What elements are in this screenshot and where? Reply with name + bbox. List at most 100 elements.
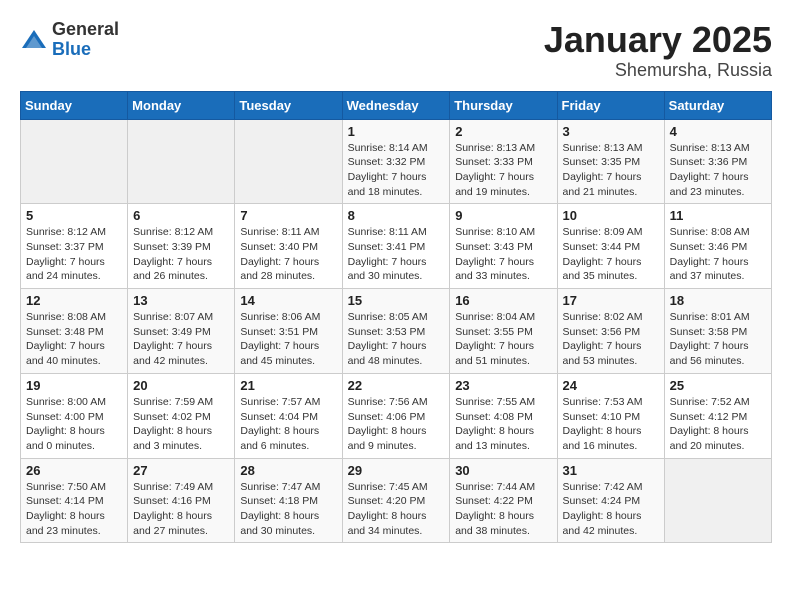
day-number: 14: [240, 293, 336, 308]
day-number: 7: [240, 208, 336, 223]
calendar-week-row: 12 Sunrise: 8:08 AM Sunset: 3:48 PM Dayli…: [21, 289, 772, 374]
day-number: 25: [670, 378, 766, 393]
day-number: 28: [240, 463, 336, 478]
day-number: 10: [563, 208, 659, 223]
month-title: January 2025: [544, 20, 772, 60]
day-info: Sunrise: 7:50 AM Sunset: 4:14 PM Dayligh…: [26, 480, 122, 539]
day-number: 12: [26, 293, 122, 308]
calendar-cell: 19 Sunrise: 8:00 AM Sunset: 4:00 PM Dayli…: [21, 373, 128, 458]
day-info: Sunrise: 8:13 AM Sunset: 3:35 PM Dayligh…: [563, 141, 659, 200]
calendar-cell: 6 Sunrise: 8:12 AM Sunset: 3:39 PM Daylig…: [128, 204, 235, 289]
logo-icon: [20, 26, 48, 54]
calendar-cell: [664, 458, 771, 543]
day-info: Sunrise: 8:12 AM Sunset: 3:37 PM Dayligh…: [26, 225, 122, 284]
day-info: Sunrise: 8:08 AM Sunset: 3:46 PM Dayligh…: [670, 225, 766, 284]
day-number: 4: [670, 124, 766, 139]
calendar-cell: 5 Sunrise: 8:12 AM Sunset: 3:37 PM Daylig…: [21, 204, 128, 289]
calendar-cell: 26 Sunrise: 7:50 AM Sunset: 4:14 PM Dayli…: [21, 458, 128, 543]
calendar-cell: 7 Sunrise: 8:11 AM Sunset: 3:40 PM Daylig…: [235, 204, 342, 289]
calendar-cell: 10 Sunrise: 8:09 AM Sunset: 3:44 PM Dayli…: [557, 204, 664, 289]
calendar-cell: 3 Sunrise: 8:13 AM Sunset: 3:35 PM Daylig…: [557, 119, 664, 204]
weekday-header: Sunday: [21, 91, 128, 119]
calendar-cell: 8Sunrise: 8:11 AM Sunset: 3:41 PM Daylig…: [342, 204, 450, 289]
calendar-cell: [21, 119, 128, 204]
calendar-week-row: 26 Sunrise: 7:50 AM Sunset: 4:14 PM Dayli…: [21, 458, 772, 543]
calendar-cell: 13 Sunrise: 8:07 AM Sunset: 3:49 PM Dayli…: [128, 289, 235, 374]
day-number: 9: [455, 208, 551, 223]
day-info: Sunrise: 8:13 AM Sunset: 3:36 PM Dayligh…: [670, 141, 766, 200]
day-info: Sunrise: 8:00 AM Sunset: 4:00 PM Dayligh…: [26, 395, 122, 454]
calendar-week-row: 5 Sunrise: 8:12 AM Sunset: 3:37 PM Daylig…: [21, 204, 772, 289]
calendar-cell: 4 Sunrise: 8:13 AM Sunset: 3:36 PM Daylig…: [664, 119, 771, 204]
calendar-week-row: 1 Sunrise: 8:14 AM Sunset: 3:32 PM Daylig…: [21, 119, 772, 204]
calendar-cell: [235, 119, 342, 204]
weekday-header: Tuesday: [235, 91, 342, 119]
day-number: 11: [670, 208, 766, 223]
day-info: Sunrise: 7:53 AM Sunset: 4:10 PM Dayligh…: [563, 395, 659, 454]
day-info: Sunrise: 8:11 AM Sunset: 3:40 PM Dayligh…: [240, 225, 336, 284]
day-number: 13: [133, 293, 229, 308]
calendar-cell: 25Sunrise: 7:52 AM Sunset: 4:12 PM Dayli…: [664, 373, 771, 458]
day-info: Sunrise: 8:02 AM Sunset: 3:56 PM Dayligh…: [563, 310, 659, 369]
day-number: 3: [563, 124, 659, 139]
day-number: 8: [348, 208, 445, 223]
calendar-cell: 11 Sunrise: 8:08 AM Sunset: 3:46 PM Dayli…: [664, 204, 771, 289]
weekday-header: Monday: [128, 91, 235, 119]
calendar-cell: 30 Sunrise: 7:44 AM Sunset: 4:22 PM Dayli…: [450, 458, 557, 543]
calendar-cell: 20Sunrise: 7:59 AM Sunset: 4:02 PM Dayli…: [128, 373, 235, 458]
day-number: 6: [133, 208, 229, 223]
day-info: Sunrise: 7:45 AM Sunset: 4:20 PM Dayligh…: [348, 480, 445, 539]
day-number: 27: [133, 463, 229, 478]
day-info: Sunrise: 7:42 AM Sunset: 4:24 PM Dayligh…: [563, 480, 659, 539]
day-info: Sunrise: 7:44 AM Sunset: 4:22 PM Dayligh…: [455, 480, 551, 539]
day-number: 19: [26, 378, 122, 393]
calendar-cell: 22Sunrise: 7:56 AM Sunset: 4:06 PM Dayli…: [342, 373, 450, 458]
day-number: 22: [348, 378, 445, 393]
weekday-header: Friday: [557, 91, 664, 119]
day-info: Sunrise: 7:49 AM Sunset: 4:16 PM Dayligh…: [133, 480, 229, 539]
day-info: Sunrise: 8:06 AM Sunset: 3:51 PM Dayligh…: [240, 310, 336, 369]
calendar-cell: 2Sunrise: 8:13 AM Sunset: 3:33 PM Daylig…: [450, 119, 557, 204]
logo: General Blue: [20, 20, 119, 60]
page-header: General Blue January 2025 Shemursha, Rus…: [20, 20, 772, 81]
calendar: SundayMondayTuesdayWednesdayThursdayFrid…: [20, 91, 772, 544]
calendar-cell: 9Sunrise: 8:10 AM Sunset: 3:43 PM Daylig…: [450, 204, 557, 289]
day-number: 29: [348, 463, 445, 478]
day-number: 17: [563, 293, 659, 308]
day-info: Sunrise: 8:05 AM Sunset: 3:53 PM Dayligh…: [348, 310, 445, 369]
day-number: 26: [26, 463, 122, 478]
day-number: 18: [670, 293, 766, 308]
calendar-cell: 15 Sunrise: 8:05 AM Sunset: 3:53 PM Dayli…: [342, 289, 450, 374]
weekday-header: Thursday: [450, 91, 557, 119]
day-info: Sunrise: 8:08 AM Sunset: 3:48 PM Dayligh…: [26, 310, 122, 369]
location-title: Shemursha, Russia: [544, 60, 772, 81]
day-number: 30: [455, 463, 551, 478]
day-info: Sunrise: 8:14 AM Sunset: 3:32 PM Dayligh…: [348, 141, 445, 200]
logo-general: General: [52, 20, 119, 40]
logo-blue: Blue: [52, 40, 119, 60]
day-number: 21: [240, 378, 336, 393]
day-number: 1: [348, 124, 445, 139]
day-number: 16: [455, 293, 551, 308]
calendar-cell: [128, 119, 235, 204]
day-number: 5: [26, 208, 122, 223]
day-info: Sunrise: 8:01 AM Sunset: 3:58 PM Dayligh…: [670, 310, 766, 369]
calendar-cell: 29 Sunrise: 7:45 AM Sunset: 4:20 PM Dayli…: [342, 458, 450, 543]
day-number: 2: [455, 124, 551, 139]
logo-text: General Blue: [52, 20, 119, 60]
day-info: Sunrise: 8:12 AM Sunset: 3:39 PM Dayligh…: [133, 225, 229, 284]
day-number: 23: [455, 378, 551, 393]
calendar-cell: 28 Sunrise: 7:47 AM Sunset: 4:18 PM Dayli…: [235, 458, 342, 543]
day-number: 20: [133, 378, 229, 393]
calendar-cell: 21Sunrise: 7:57 AM Sunset: 4:04 PM Dayli…: [235, 373, 342, 458]
calendar-cell: 16Sunrise: 8:04 AM Sunset: 3:55 PM Dayli…: [450, 289, 557, 374]
day-number: 15: [348, 293, 445, 308]
day-info: Sunrise: 8:09 AM Sunset: 3:44 PM Dayligh…: [563, 225, 659, 284]
day-info: Sunrise: 7:47 AM Sunset: 4:18 PM Dayligh…: [240, 480, 336, 539]
calendar-cell: 18 Sunrise: 8:01 AM Sunset: 3:58 PM Dayli…: [664, 289, 771, 374]
calendar-cell: 31Sunrise: 7:42 AM Sunset: 4:24 PM Dayli…: [557, 458, 664, 543]
calendar-cell: 27 Sunrise: 7:49 AM Sunset: 4:16 PM Dayli…: [128, 458, 235, 543]
day-number: 24: [563, 378, 659, 393]
day-info: Sunrise: 8:07 AM Sunset: 3:49 PM Dayligh…: [133, 310, 229, 369]
calendar-cell: 1 Sunrise: 8:14 AM Sunset: 3:32 PM Daylig…: [342, 119, 450, 204]
